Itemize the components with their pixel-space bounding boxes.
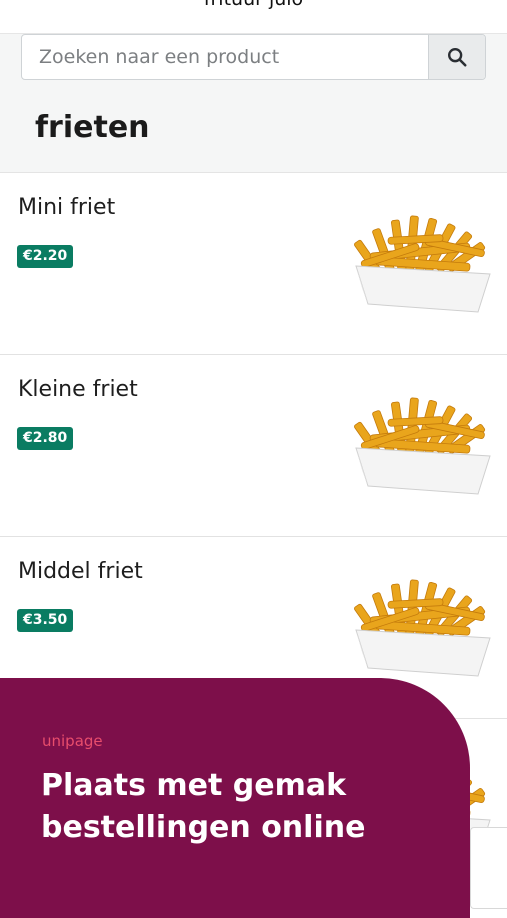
product-card[interactable]: Kleine friet €2.80 [0,355,507,537]
promo-headline: Plaats met gemak bestellingen online [41,768,366,845]
search-input[interactable] [22,35,428,79]
product-card[interactable]: Mini friet €2.20 [0,173,507,355]
side-card-edge [470,827,507,909]
unipage-logo: unipage [42,732,103,750]
fries-image [350,390,495,500]
top-bar: frituur julo [0,0,507,34]
search-icon [448,48,467,67]
search-and-category-section: frieten [0,34,507,173]
search-bar [21,34,486,80]
product-name: Mini friet [18,195,116,220]
fries-image [350,208,495,318]
search-button[interactable] [428,35,485,79]
promo-banner[interactable]: unipage Plaats met gemak bestellingen on… [0,678,470,918]
brand-name: unipage [42,732,103,750]
product-name: Kleine friet [18,377,138,402]
product-name: Middel friet [18,559,143,584]
price-badge: €2.80 [17,427,74,450]
shop-name: frituur julo [0,0,507,10]
fries-image [350,572,495,682]
price-badge: €3.50 [17,609,74,632]
category-title: frieten [35,110,150,145]
price-badge: €2.20 [17,245,74,268]
